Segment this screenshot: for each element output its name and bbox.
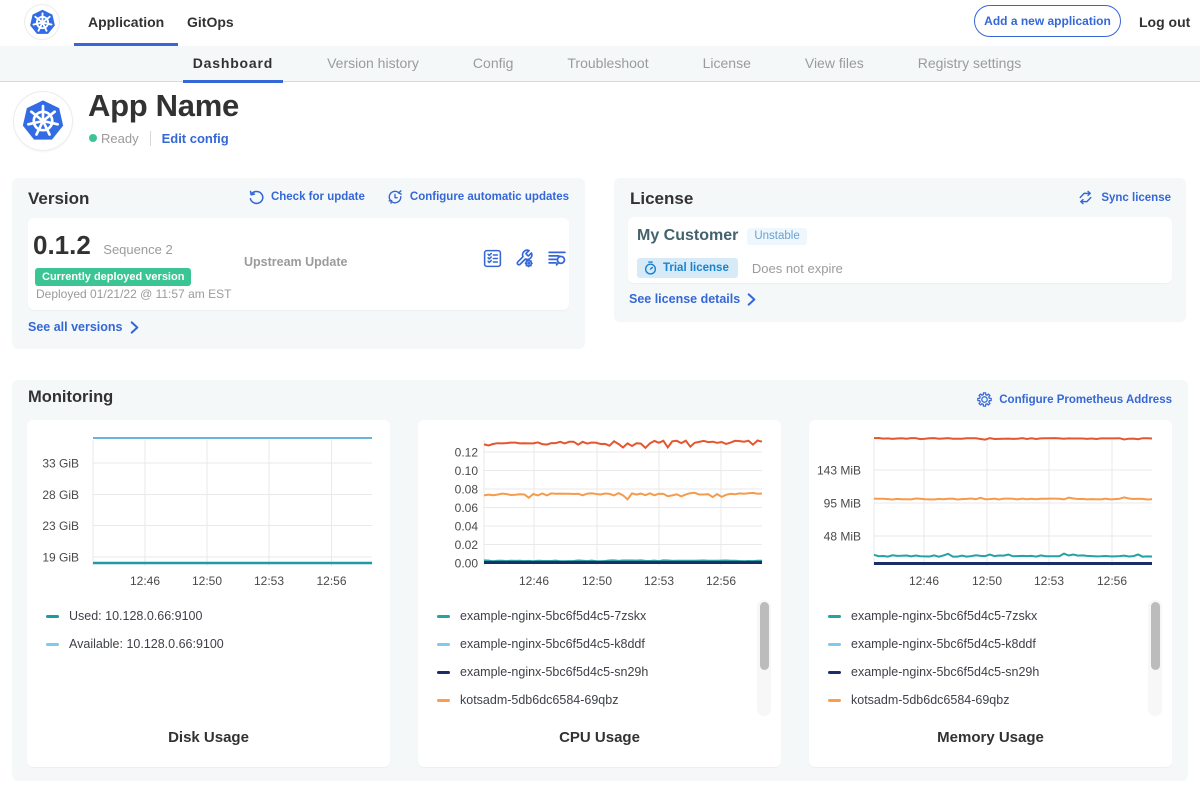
svg-text:12:50: 12:50 [192,574,222,588]
svg-text:48 MiB: 48 MiB [824,530,861,544]
svg-text:0.04: 0.04 [455,520,479,534]
svg-text:0.06: 0.06 [455,501,479,515]
svg-text:12:46: 12:46 [130,574,160,588]
svg-text:12:53: 12:53 [644,574,674,588]
svg-text:12:53: 12:53 [254,574,284,588]
svg-text:33 GiB: 33 GiB [42,457,79,471]
svg-text:28 GiB: 28 GiB [42,488,79,502]
svg-text:12:56: 12:56 [706,574,736,588]
svg-text:12:46: 12:46 [519,574,549,588]
svg-text:12:53: 12:53 [1034,574,1064,588]
svg-text:12:56: 12:56 [316,574,346,588]
svg-text:0.10: 0.10 [455,464,479,478]
svg-text:19 GiB: 19 GiB [42,551,79,565]
svg-text:12:46: 12:46 [909,574,939,588]
svg-text:12:50: 12:50 [582,574,612,588]
svg-text:0.12: 0.12 [455,446,479,460]
svg-text:95 MiB: 95 MiB [824,497,861,511]
svg-text:0.02: 0.02 [455,538,479,552]
svg-text:0.00: 0.00 [455,557,479,571]
svg-text:143 MiB: 143 MiB [817,464,861,478]
svg-text:0.08: 0.08 [455,483,479,497]
svg-text:12:56: 12:56 [1097,574,1127,588]
svg-text:12:50: 12:50 [972,574,1002,588]
svg-text:23 GiB: 23 GiB [42,519,79,533]
